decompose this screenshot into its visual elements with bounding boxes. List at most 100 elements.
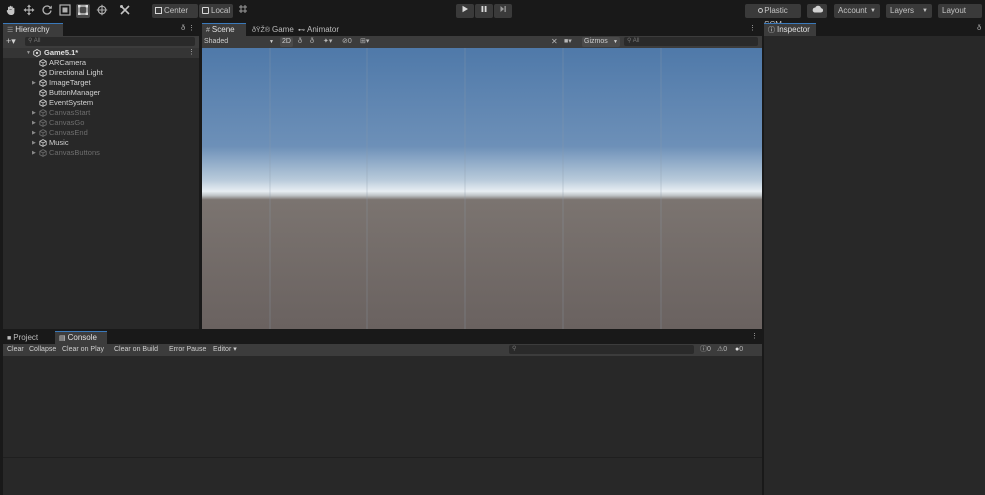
kebab-menu-icon[interactable]: ⋮ <box>188 24 195 34</box>
console-button[interactable]: Clear on Build <box>112 345 160 355</box>
gameobject-icon <box>39 129 47 137</box>
gameobject-icon <box>39 89 47 97</box>
play-icon <box>462 5 468 13</box>
gizmos-dropdown[interactable]: Gizmos ▼ <box>582 37 620 47</box>
expand-arrow-icon[interactable]: ▶ <box>32 118 38 128</box>
kebab-menu-icon[interactable]: ⋮ <box>751 332 758 342</box>
shading-mode-dropdown[interactable]: Shaded ▼ <box>204 37 276 47</box>
hierarchy-item[interactable]: ▶ CanvasButtons <box>3 148 199 158</box>
hierarchy-item-label: CanvasButtons <box>49 148 100 157</box>
tab-inspector[interactable]: ⓘ Inspector <box>764 23 816 36</box>
log-count: 0 <box>707 346 711 353</box>
lock-icon[interactable]: ð <box>977 24 981 34</box>
transform-tool-icon[interactable] <box>95 4 109 18</box>
warning-count-toggle[interactable]: ⚠0 <box>717 345 727 355</box>
hierarchy-item[interactable]: ▶ CanvasGo <box>3 118 199 128</box>
hierarchy-item-label: Music <box>49 138 69 147</box>
layers-label: Layers <box>890 6 915 15</box>
hierarchy-item[interactable]: ButtonManager <box>3 88 199 98</box>
snap-grid-icon[interactable] <box>236 4 250 18</box>
play-button[interactable] <box>456 4 474 18</box>
expand-arrow-icon[interactable]: ▶ <box>32 148 38 158</box>
tab-project[interactable]: ■ Project <box>3 331 55 344</box>
hierarchy-item-label: Directional Light <box>49 68 103 77</box>
console-button[interactable]: Clear <box>5 345 26 355</box>
rect-tool-icon[interactable] <box>76 4 90 18</box>
log-icon: ⓘ <box>700 346 707 353</box>
hierarchy-item[interactable]: ▶ CanvasStart <box>3 108 199 118</box>
custom-tool-icon[interactable] <box>118 4 132 18</box>
hierarchy-tabbar: ☰ Hierarchy ð ⋮ <box>3 23 199 36</box>
hidden-objects-toggle[interactable]: ⊘0 <box>342 37 352 47</box>
mode-2d-toggle[interactable]: 2D <box>280 37 293 47</box>
info-icon: ⓘ <box>768 27 775 34</box>
layers-dropdown[interactable]: Layers ▼ <box>886 4 932 18</box>
hierarchy-item[interactable]: ARCamera <box>3 58 199 68</box>
gameobject-icon <box>39 109 47 117</box>
layout-dropdown[interactable]: Layout <box>938 4 982 18</box>
editor-dropdown[interactable]: Editor ▾ <box>211 345 239 355</box>
add-object-icon[interactable]: +▾ <box>6 36 16 46</box>
pivot-local-toggle[interactable]: Local <box>199 4 233 18</box>
account-dropdown[interactable]: Account ▼ <box>834 4 880 18</box>
scene-menu-icon[interactable]: ⋮ <box>188 48 195 58</box>
plastic-scm-icon <box>758 8 764 13</box>
expand-arrow-icon[interactable]: ▶ <box>32 78 38 88</box>
console-tabbar: ■ Project ▤ Console ⋮ <box>3 331 762 344</box>
scene-search-input[interactable]: ⚲ All <box>624 37 758 46</box>
log-count-toggle[interactable]: ⓘ0 <box>700 345 711 355</box>
move-tool-icon[interactable] <box>22 4 36 18</box>
console-button[interactable]: Clear on Play <box>60 345 106 355</box>
tab-game[interactable]: ðŸŽ® Game <box>248 23 294 36</box>
scene-viewport[interactable] <box>202 48 762 329</box>
center-icon <box>155 7 162 14</box>
step-button[interactable] <box>494 4 512 18</box>
hierarchy-search-input[interactable]: ⚲ All <box>25 37 195 46</box>
scene-root-row[interactable]: ▼ Game5.1* ⋮ <box>3 48 199 58</box>
hierarchy-item[interactable]: ▶ CanvasEnd <box>3 128 199 138</box>
console-search-input[interactable]: ⚲ <box>509 345 694 354</box>
mode-2d-label: 2D <box>282 38 291 45</box>
hierarchy-item-label: ARCamera <box>49 58 87 67</box>
expand-arrow-icon[interactable]: ▼ <box>26 48 32 58</box>
hierarchy-item[interactable]: ▶ ImageTarget <box>3 78 199 88</box>
chevron-down-icon: ▾ <box>231 346 237 353</box>
console-panel: ■ Project ▤ Console ⋮ Clear Collapse Clear o… <box>3 331 762 495</box>
gameobject-icon <box>39 99 47 107</box>
console-button[interactable]: Error Pause <box>167 345 208 355</box>
error-count-toggle[interactable]: ●0 <box>735 345 743 355</box>
scale-tool-icon[interactable] <box>58 4 72 18</box>
lock-icon[interactable]: ð <box>181 24 185 34</box>
hierarchy-item[interactable]: ▶ Music <box>3 138 199 148</box>
project-tab-label: Project <box>13 333 39 342</box>
rotate-tool-icon[interactable] <box>40 4 54 18</box>
pivot-center-toggle[interactable]: Center <box>152 4 198 18</box>
hand-tool-icon[interactable] <box>4 4 18 18</box>
shading-mode-label: Shaded <box>204 38 229 45</box>
inspector-panel: ⓘ Inspector ð <box>764 23 985 495</box>
cloud-button[interactable] <box>807 4 827 18</box>
tools-icon[interactable]: ✕ <box>551 37 558 47</box>
effects-toggle-icon[interactable]: ✦▾ <box>323 37 332 47</box>
tab-console[interactable]: ▤ Console <box>55 331 107 344</box>
scene-name: Game5.1* <box>44 48 79 57</box>
console-divider <box>3 457 762 458</box>
tab-animator[interactable]: ⊷ Animator <box>294 23 348 36</box>
tab-scene[interactable]: # Scene <box>202 23 246 36</box>
gamepad-icon: ðŸŽ® <box>252 27 270 34</box>
audio-toggle-icon[interactable]: ð <box>310 37 314 47</box>
lighting-toggle-icon[interactable]: ð <box>298 37 302 47</box>
grid-toggle-icon[interactable]: ⊞▾ <box>360 37 369 47</box>
expand-arrow-icon[interactable]: ▶ <box>32 128 38 138</box>
expand-arrow-icon[interactable]: ▶ <box>32 138 38 148</box>
console-button[interactable]: Collapse <box>27 345 58 355</box>
plastic-scm-button[interactable]: Plastic SCM <box>745 4 801 29</box>
hierarchy-item[interactable]: EventSystem <box>3 98 199 108</box>
gameobject-icon <box>39 59 47 67</box>
hierarchy-item[interactable]: Directional Light <box>3 68 199 78</box>
kebab-menu-icon[interactable]: ⋮ <box>749 24 756 34</box>
camera-icon[interactable]: ■▾ <box>564 37 572 47</box>
pause-button[interactable] <box>475 4 493 18</box>
expand-arrow-icon[interactable]: ▶ <box>32 108 38 118</box>
tab-hierarchy[interactable]: ☰ Hierarchy <box>3 23 63 36</box>
